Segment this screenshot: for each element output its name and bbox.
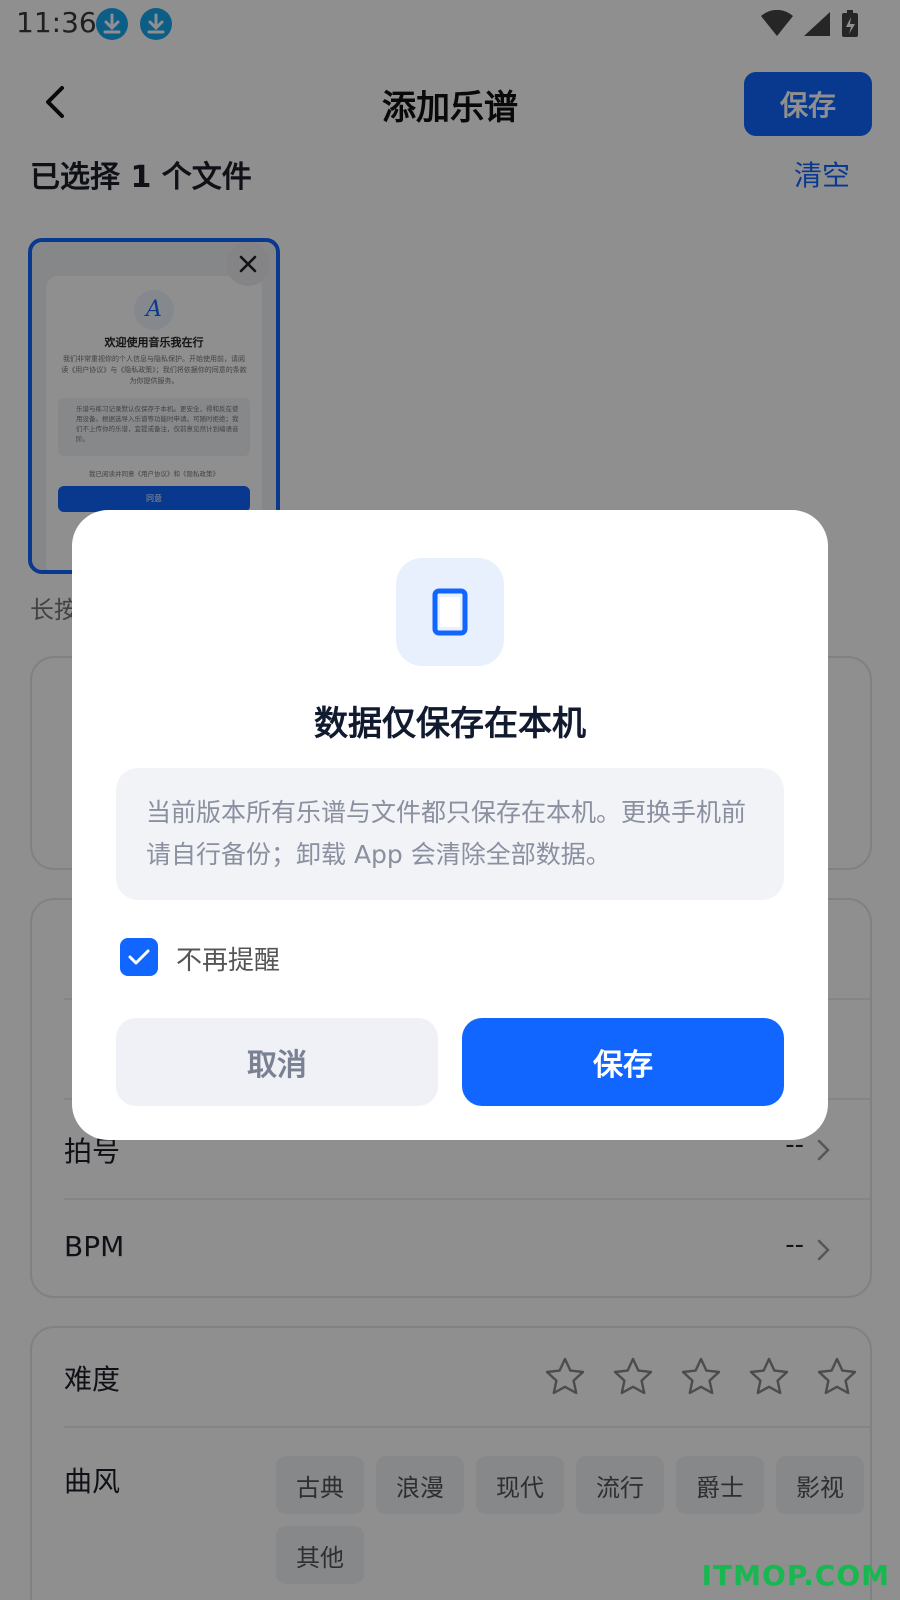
local-storage-dialog: 数据仅保存在本机 当前版本所有乐谱与文件都只保存在本机。更换手机前请自行备份；卸…	[72, 510, 828, 1140]
dont-remind-checkbox[interactable]	[120, 938, 158, 976]
dont-remind-label[interactable]: 不再提醒	[176, 940, 280, 977]
check-icon	[128, 949, 150, 965]
dialog-title: 数据仅保存在本机	[314, 704, 586, 744]
dialog-message: 当前版本所有乐谱与文件都只保存在本机。更换手机前请自行备份；卸载 App 会清除…	[116, 768, 784, 900]
watermark: ITMOP.COM	[701, 1559, 890, 1592]
confirm-save-button[interactable]: 保存	[462, 1018, 784, 1106]
phone-icon	[432, 588, 468, 636]
cancel-button[interactable]: 取消	[116, 1018, 438, 1106]
dialog-icon-container	[396, 558, 504, 666]
